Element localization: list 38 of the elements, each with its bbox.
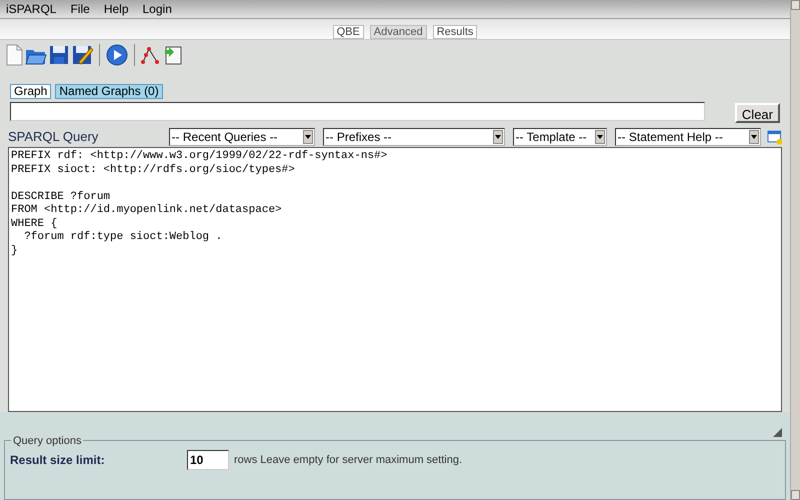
- dropdown-value: -- Prefixes --: [324, 128, 392, 146]
- result-limit-field[interactable]: 10: [187, 450, 229, 470]
- save-as-icon[interactable]: [71, 44, 93, 66]
- view-tab[interactable]: QBE: [332, 24, 364, 39]
- import-icon[interactable]: [164, 45, 182, 66]
- menu-item[interactable]: Help: [104, 0, 128, 18]
- view-tab[interactable]: Results: [432, 24, 478, 39]
- play-icon[interactable]: [106, 44, 128, 66]
- scrollbar[interactable]: [790, 0, 800, 500]
- dropdown[interactable]: -- Prefixes --: [322, 128, 505, 146]
- dropdown[interactable]: -- Statement Help --: [614, 128, 761, 146]
- menu-item[interactable]: File: [70, 0, 90, 18]
- query-title: SPARQL Query: [8, 128, 100, 146]
- fieldset-legend: Query options: [11, 433, 84, 450]
- window-new-icon[interactable]: [766, 128, 782, 145]
- new-document-icon[interactable]: [4, 44, 24, 66]
- dropdown[interactable]: -- Template --: [512, 128, 607, 146]
- result-limit-hint: rows Leave empty for server maximum setting.: [234, 452, 462, 468]
- caret-icon: [492, 130, 503, 144]
- graph-tab[interactable]: Graph: [10, 84, 52, 100]
- caret-icon: [594, 130, 605, 144]
- menu-item[interactable]: iSPARQL: [6, 0, 56, 18]
- save-icon[interactable]: [48, 44, 70, 66]
- caret-icon: [748, 130, 759, 144]
- dropdown-value: -- Statement Help --: [616, 128, 723, 146]
- graph-field[interactable]: [10, 102, 705, 121]
- view-tab[interactable]: Advanced: [370, 24, 427, 39]
- clear-button[interactable]: Clear: [734, 103, 780, 124]
- result-limit-label: Result size limit:: [9, 452, 106, 469]
- dropdown-value: -- Recent Queries --: [170, 128, 278, 146]
- graph-tab[interactable]: Named Graphs (0): [55, 84, 163, 100]
- menu-item[interactable]: Login: [142, 0, 172, 18]
- caret-icon: [302, 130, 313, 144]
- graph-nodes-icon[interactable]: [141, 46, 159, 64]
- dropdown-value: -- Template --: [514, 128, 587, 146]
- resize-grip-icon[interactable]: [773, 428, 782, 437]
- dropdown[interactable]: -- Recent Queries --: [168, 128, 315, 146]
- query-editor[interactable]: PREFIX rdf: <http://www.w3.org/1999/02/22-rdf-syntax-ns#> PREFIX sioct: <http://rdfs.org/sioc/types#> DESCRIBE ?forum FROM <http://id.myopenlink.net/dataspace> WHERE { ?forum rdf:type sioct:Weblog . }: [8, 147, 782, 412]
